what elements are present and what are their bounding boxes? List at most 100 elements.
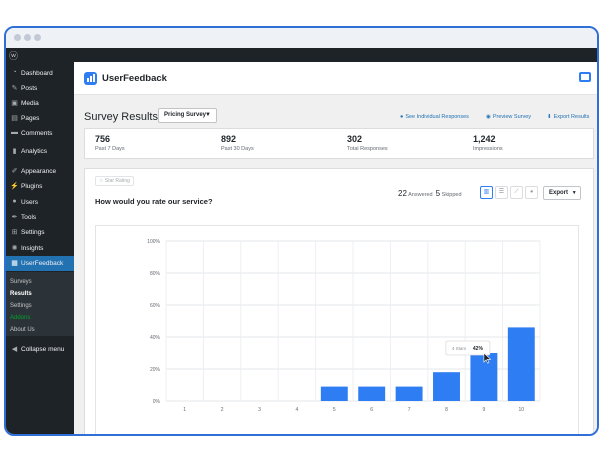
sidebar-item-analytics[interactable]: ▮ Analytics [6, 144, 74, 159]
sidebar-item-users[interactable]: ● Users [6, 195, 74, 210]
chat-icon: ● [400, 114, 404, 120]
sidebar-item-label: Pages [21, 115, 40, 122]
horizontal-bar-button[interactable]: ☰ [495, 186, 508, 199]
main-content: UserFeedback Survey Results Pricing Surv… [74, 62, 597, 434]
pin-icon: ✎ [11, 85, 18, 92]
collapse-menu-label: Collapse menu [21, 346, 65, 353]
stat-label: Past 7 Days [95, 146, 125, 152]
preview-survey-label: Preview Survey [492, 114, 532, 120]
x-tick-label: 6 [370, 407, 373, 413]
window-maximize-dot[interactable] [34, 34, 41, 41]
caret-down-icon: ▼ [571, 190, 577, 196]
bar-chart-button[interactable]: ▥ [480, 186, 493, 199]
sidebar-item-label: Plugins [21, 183, 43, 190]
stat-past-30-days: 892 Past 30 Days [221, 134, 254, 152]
answered-label: Answered [408, 192, 433, 198]
survey-select[interactable]: Pricing Survey ▼ [158, 108, 217, 123]
stat-impressions: 1,242 Impressions [473, 134, 503, 152]
plugins-icon: ⚡ [10, 183, 19, 190]
collapse-menu-button[interactable]: ◀ Collapse menu [6, 342, 74, 357]
y-tick-label: 20% [150, 367, 161, 373]
inbox-icon[interactable] [579, 72, 591, 82]
sidebar-item-appearance[interactable]: ✐ Appearance [6, 164, 74, 179]
x-tick-label: 10 [519, 407, 525, 413]
page-title: Survey Results [84, 111, 158, 123]
x-tick-label: 5 [333, 407, 336, 413]
sidebar-item-userfeedback[interactable]: ▦ UserFeedback [6, 256, 74, 271]
pie-chart-button[interactable]: ◕ [525, 186, 538, 199]
preview-survey-link[interactable]: ◉ Preview Survey [486, 114, 531, 120]
dashboard-icon: ◔ [12, 69, 17, 76]
admin-sidebar: ◔ Dashboard ✎ Posts ▣ Media ▤ Pages ▬ Comments ▮ An… [6, 62, 75, 434]
submenu-about-us[interactable]: About Us [10, 327, 35, 333]
browser-window: ⓦ ◔ Dashboard ✎ Posts ▣ Media ▤ Pages ▬ Comments ▮… [4, 26, 599, 436]
media-icon: ▣ [11, 100, 18, 107]
stat-label: Past 30 Days [221, 146, 254, 152]
line-chart-button[interactable]: ⟋ [510, 186, 523, 199]
sidebar-item-comments[interactable]: ▬ Comments [6, 126, 74, 141]
stat-total-responses: 302 Total Responses [347, 134, 388, 152]
stat-value: 892 [221, 134, 237, 144]
users-icon: ● [12, 198, 17, 205]
export-dropdown-button[interactable]: Export ▼ [543, 186, 581, 200]
stat-value: 1,242 [473, 134, 496, 144]
sidebar-item-tools[interactable]: ✒ Tools [6, 210, 74, 225]
sidebar-item-label: Comments [21, 130, 53, 137]
userfeedback-logo-icon [84, 72, 97, 85]
sidebar-item-settings[interactable]: ⊞ Settings [6, 225, 74, 240]
window-minimize-dot[interactable] [24, 34, 31, 41]
submenu-surveys[interactable]: Surveys [10, 279, 32, 285]
y-tick-label: 80% [150, 271, 161, 277]
sidebar-item-pages[interactable]: ▤ Pages [6, 111, 74, 126]
comments-icon: ▬ [11, 129, 18, 136]
window-titlebar [6, 28, 597, 48]
skipped-count: 5 [435, 189, 441, 198]
sidebar-item-plugins[interactable]: ⚡ Plugins [6, 179, 74, 194]
stat-value: 756 [95, 134, 111, 144]
userfeedback-submenu: Surveys Results Settings Addons About Us [6, 272, 74, 336]
window-close-dot[interactable] [14, 34, 21, 41]
survey-select-value: Pricing Survey [164, 112, 207, 118]
stat-value: 302 [347, 134, 363, 144]
submenu-results[interactable]: Results [10, 291, 32, 297]
sidebar-item-label: UserFeedback [21, 260, 64, 267]
individual-responses-link[interactable]: ● See Individual Responses [400, 114, 469, 120]
wordpress-icon[interactable]: ⓦ [9, 49, 18, 62]
sidebar-item-label: Users [21, 199, 38, 206]
sidebar-item-label: Media [21, 100, 39, 107]
userfeedback-header: UserFeedback [74, 62, 597, 95]
sidebar-item-label: Appearance [21, 168, 57, 175]
sidebar-item-insights[interactable]: ✺ Insights [6, 241, 74, 256]
stat-label: Impressions [473, 146, 503, 152]
x-tick-label: 9 [483, 407, 486, 413]
sidebar-item-label: Analytics [21, 148, 48, 155]
x-tick-label: 8 [445, 407, 448, 413]
chart-container: 0% 20% 40% 60% 80% 100% 1 2 3 4 5 6 7 8 9 10 4 Stars 42% [95, 225, 579, 434]
sidebar-item-dashboard[interactable]: ◔ Dashboard [6, 66, 74, 81]
pie-chart-icon: ◕ [529, 189, 534, 195]
x-tick-label: 1 [183, 407, 186, 413]
export-label: Export [549, 190, 569, 196]
bar-5 [320, 386, 348, 401]
submenu-addons[interactable]: Addons [10, 315, 30, 321]
stat-past-7-days: 756 Past 7 Days [95, 134, 125, 152]
export-results-link[interactable]: ⬇ Export Results [547, 114, 589, 120]
y-tick-label: 40% [150, 335, 161, 341]
x-tick-label: 4 [296, 407, 299, 413]
y-tick-label: 100% [147, 239, 160, 245]
y-tick-label: 0% [153, 399, 161, 405]
collapse-icon: ◀ [11, 346, 18, 353]
bar-chart-icon: ▥ [483, 189, 490, 195]
sidebar-item-media[interactable]: ▣ Media [6, 96, 74, 111]
individual-responses-label: See Individual Responses [405, 114, 469, 120]
results-bar-chart: 0% 20% 40% 60% 80% 100% 1 2 3 4 5 6 7 8 9 10 4 Stars 42% [147, 239, 541, 413]
horizontal-bar-icon: ☰ [498, 189, 505, 195]
sidebar-item-label: Posts [21, 85, 38, 92]
star-icon: ☆ [99, 178, 104, 184]
pages-icon: ▤ [11, 115, 18, 122]
question-results-card: ☆ Star Rating How would you rate our ser… [84, 168, 594, 434]
sidebar-item-posts[interactable]: ✎ Posts [6, 81, 74, 96]
submenu-settings[interactable]: Settings [10, 303, 32, 309]
stat-label: Total Responses [347, 146, 388, 152]
x-tick-label: 3 [258, 407, 261, 413]
